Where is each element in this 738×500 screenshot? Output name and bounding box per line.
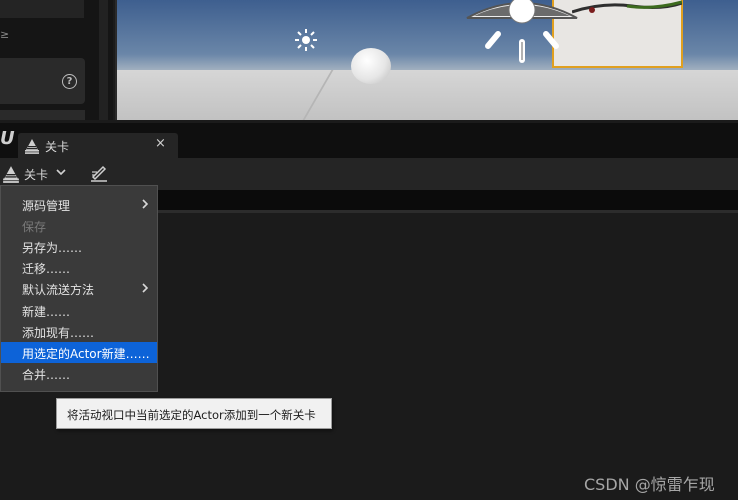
levels-icon [3, 166, 19, 183]
levels-dropdown-menu: 源码管理 保存 另存为…… 迁移…… 默认流送方法 新建…… 添加现有…… 用选… [0, 185, 158, 392]
chevron-down-icon [56, 169, 66, 176]
panel-scrollbar[interactable] [99, 0, 108, 120]
menu-item-new-from-selected-actors[interactable]: 用选定的Actor新建…… [1, 342, 157, 363]
help-circle-icon[interactable]: ? [62, 74, 77, 89]
edit-pencil-icon[interactable] [89, 163, 109, 183]
menu-item-add-existing[interactable]: 添加现有…… [1, 321, 157, 341]
directional-light-gizmo[interactable] [462, 0, 582, 70]
chevron-right-icon [142, 283, 149, 293]
levels-menu-label: 关卡 [24, 168, 49, 182]
level-list-header [158, 190, 738, 210]
sun-light-icon[interactable] [294, 28, 318, 52]
menu-item-save: 保存 [22, 220, 47, 234]
tooltip-text: 将活动视口中当前选定的Actor添加到一个新关卡 [67, 408, 316, 422]
plant-branch [572, 0, 682, 14]
menu-item-source-control[interactable]: 源码管理 [1, 194, 157, 214]
watermark: CSDN @惊雷乍现 [584, 475, 715, 494]
tooltip: 将活动视口中当前选定的Actor添加到一个新关卡 [56, 398, 332, 429]
viewport-floor [117, 70, 738, 120]
tab-levels-label: 关卡 [45, 140, 70, 154]
tab-levels[interactable]: 关卡 × [18, 133, 178, 158]
unreal-logo-icon: U [0, 128, 15, 149]
details-row-lower [0, 110, 85, 120]
sphere-mesh[interactable] [351, 48, 391, 84]
details-panel: ≥ [0, 0, 113, 120]
menu-item-default-streaming-method[interactable]: 默认流送方法 [1, 278, 157, 298]
close-icon[interactable]: × [155, 136, 166, 151]
menu-item-new[interactable]: 新建…… [1, 300, 157, 320]
panel-header-block [0, 0, 84, 18]
menu-item-merge[interactable]: 合并…… [1, 363, 157, 383]
level-viewport[interactable] [115, 0, 738, 120]
menu-item-save-as[interactable]: 另存为…… [1, 236, 157, 256]
menu-item-migrate[interactable]: 迁移…… [1, 257, 157, 277]
panel-corner-text: ≥ [0, 28, 10, 41]
level-list-divider [158, 210, 738, 213]
chevron-right-icon [142, 199, 149, 209]
levels-icon [25, 139, 39, 154]
